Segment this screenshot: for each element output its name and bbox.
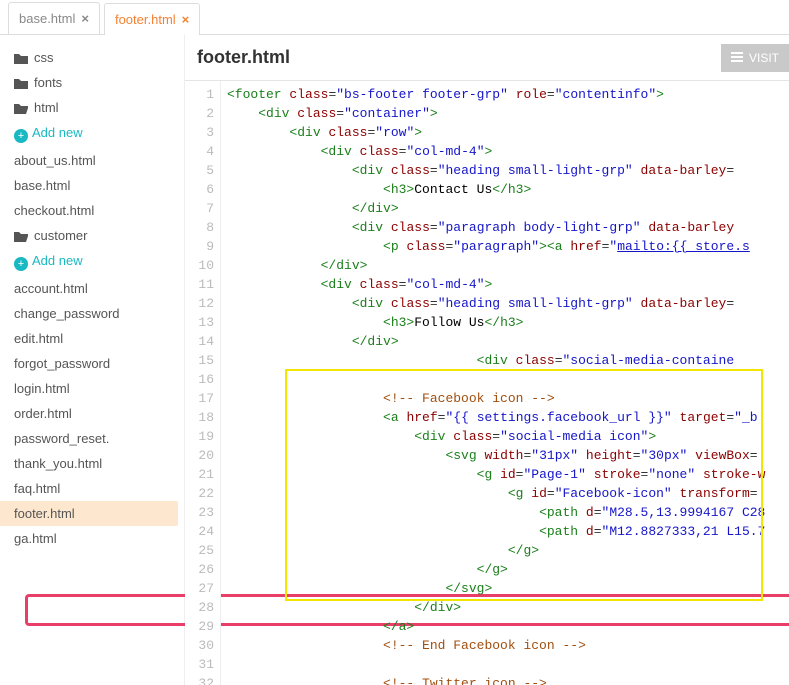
selection-highlight [25,594,185,626]
folder-customer[interactable]: customer [14,223,184,248]
close-icon[interactable]: × [182,12,190,27]
folder-icon [14,75,34,90]
visit-label: VISIT [749,51,779,65]
file-faq-html[interactable]: faq.html [14,476,184,501]
file-order-html[interactable]: order.html [14,401,184,426]
file-login-html[interactable]: login.html [14,376,184,401]
plus-icon: + [14,129,28,143]
line-gutter: 1 2 3 4 5 6 7 8 9 10 11 12 13 14 15 16 1… [185,81,221,685]
file-forgot-password[interactable]: forgot_password [14,351,184,376]
file-change-password[interactable]: change_password [14,301,184,326]
plus-icon: + [14,257,28,271]
add-new-label: Add new [32,253,83,268]
folder-label: html [34,100,59,115]
add-new-customer[interactable]: + Add new [14,248,184,276]
tab-label: base.html [19,11,75,26]
visit-button[interactable]: VISIT [721,44,789,72]
file-about-us-html[interactable]: about_us.html [14,148,184,173]
tab-base-html[interactable]: base.html × [8,2,100,34]
file-ga-html[interactable]: ga.html [14,526,184,551]
folder-open-icon [14,228,34,243]
list-icon [731,51,743,65]
close-icon[interactable]: × [81,11,89,26]
editor-header: footer.html VISIT [185,35,789,81]
add-new-html[interactable]: + Add new [14,120,184,148]
folder-icon [14,50,34,65]
tab-footer-html[interactable]: footer.html × [104,3,200,35]
folder-css[interactable]: css [14,45,184,70]
file-footer-html[interactable]: footer.html [0,501,178,526]
folder-open-icon [14,100,34,115]
main: css fonts html + Add new about_us.htmlbas… [0,35,789,685]
tabs-bar: base.html × footer.html × [0,0,789,35]
file-edit-html[interactable]: edit.html [14,326,184,351]
editor-title: footer.html [197,47,290,68]
code-editor[interactable]: 1 2 3 4 5 6 7 8 9 10 11 12 13 14 15 16 1… [185,81,789,685]
file-tree-sidebar: css fonts html + Add new about_us.htmlbas… [0,35,185,685]
code-content[interactable]: <footer class="bs-footer footer-grp" rol… [221,81,789,685]
folder-fonts[interactable]: fonts [14,70,184,95]
file-password-reset-[interactable]: password_reset. [14,426,184,451]
editor-panel: footer.html VISIT 1 2 3 4 5 6 7 8 9 10 1… [185,35,789,685]
file-checkout-html[interactable]: checkout.html [14,198,184,223]
add-new-label: Add new [32,125,83,140]
file-account-html[interactable]: account.html [14,276,184,301]
folder-label: fonts [34,75,62,90]
file-base-html[interactable]: base.html [14,173,184,198]
folder-html[interactable]: html [14,95,184,120]
tab-label: footer.html [115,12,176,27]
folder-label: css [34,50,54,65]
folder-label: customer [34,228,87,243]
file-thank-you-html[interactable]: thank_you.html [14,451,184,476]
